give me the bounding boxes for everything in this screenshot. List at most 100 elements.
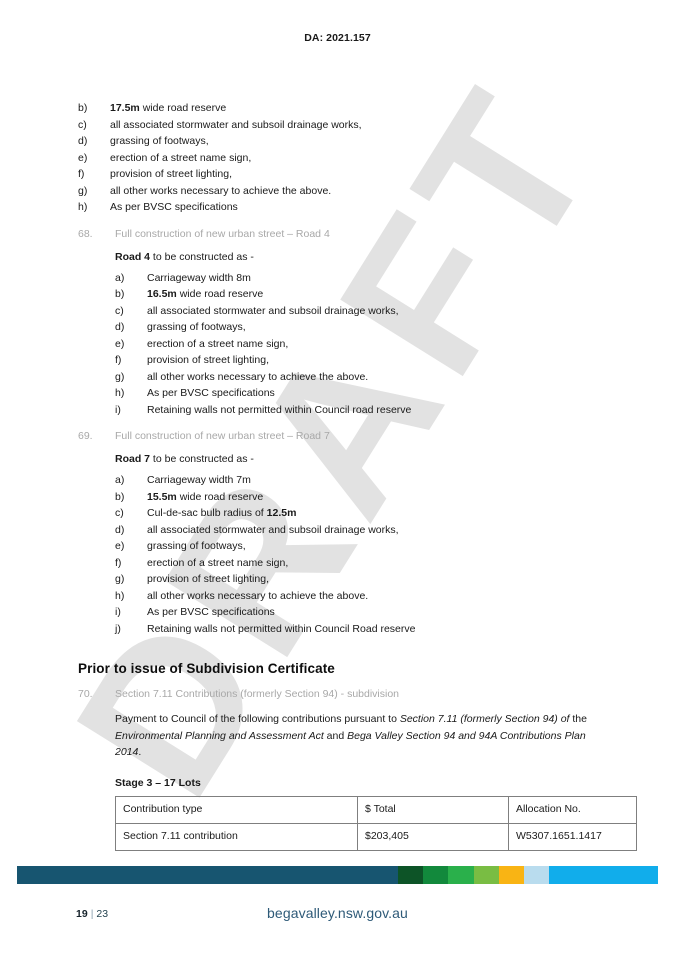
- list-item-text: As per BVSC specifications: [110, 201, 238, 213]
- list-item-text: all associated stormwater and subsoil dr…: [110, 118, 362, 131]
- list-item: i) As per BVSC specifications: [115, 604, 598, 621]
- list-marker: f): [115, 556, 122, 569]
- document-header: DA: 2021.157: [304, 32, 371, 44]
- list-marker: g): [115, 370, 125, 383]
- list-item-text: all associated stormwater and subsoil dr…: [147, 523, 399, 536]
- footer-bar-segment-0: [17, 866, 398, 884]
- list-item-text: provision of street lighting,: [147, 354, 269, 366]
- condition-68-title: 68. Full construction of new urban street…: [78, 227, 598, 242]
- list-item-text: provision of street lighting,: [110, 168, 232, 180]
- list-marker: b): [115, 288, 125, 300]
- list-item: c) all associated stormwater and subsoil …: [78, 117, 598, 134]
- list-marker: i): [115, 403, 121, 416]
- list-marker: a): [115, 474, 125, 486]
- table-cell-contribution-type: Section 7.11 contribution: [115, 822, 358, 851]
- table-row: Section 7.11 contribution $203,405 W5307…: [115, 822, 637, 851]
- list-item-text: As per BVSC specifications: [147, 387, 275, 399]
- list-item: g) all other works necessary to achieve t…: [115, 369, 598, 386]
- footer-bar-segment-6: [524, 866, 549, 884]
- list-marker: g): [78, 184, 88, 197]
- list-item-text: wide road reserve: [176, 490, 264, 503]
- list-marker: a): [115, 271, 125, 284]
- sub-list-item-69: a) Carriageway width 7m b) 15.5m wide road…: [115, 472, 598, 637]
- table-header-total: $ Total: [357, 795, 509, 824]
- condition-68-body: Road 4 to be constructed as - a) Carriage…: [115, 250, 598, 419]
- list-item-text: grassing of footways,: [147, 321, 246, 333]
- list-item-text: all other works necessary to achieve the…: [147, 589, 369, 602]
- section-heading: Prior to issue of Subdivision Certificat…: [78, 661, 335, 676]
- list-marker: e): [78, 151, 88, 164]
- list-item: b) 17.5m wide road reserve: [78, 100, 598, 117]
- condition-number: 70.: [78, 688, 93, 700]
- condition-title: Full construction of new urban street – …: [115, 430, 330, 442]
- footer-bar-segment-4: [474, 866, 499, 884]
- list-item-text: grassing of footways,: [110, 135, 209, 147]
- list-marker: e): [115, 540, 125, 552]
- footer-text: 19 | 23 begavalley.nsw.gov.au: [0, 905, 675, 928]
- list-item-text: erection of a street name sign,: [110, 151, 252, 164]
- list-item-text: provision of street lighting,: [147, 573, 269, 585]
- list-item-bold: 16.5m: [147, 288, 177, 300]
- list-item-text: wide road reserve: [176, 288, 264, 300]
- table-header-contribution-type: Contribution type: [115, 795, 358, 824]
- condition-title: Full construction of new urban street – …: [115, 227, 330, 240]
- footer-website: begavalley.nsw.gov.au: [267, 905, 408, 921]
- document-content: b) 17.5m wide road reserve c) all associat…: [78, 100, 637, 851]
- footer-bar-segment-2: [423, 866, 448, 884]
- list-item-text: Carriageway width 8m: [147, 271, 251, 284]
- list-item: e) erection of a street name sign,: [78, 150, 598, 167]
- condition-69-body: Road 7 to be constructed as - a) Carriage…: [115, 452, 598, 637]
- list-marker: g): [115, 573, 125, 585]
- road-7-label: Road 7: [115, 453, 151, 465]
- footer-color-bar: [17, 866, 658, 884]
- list-item-text: all associated stormwater and subsoil dr…: [147, 304, 399, 317]
- sub-list-item-68: a) Carriageway width 8m b) 16.5m wide road…: [115, 270, 598, 419]
- list-marker: d): [115, 321, 125, 333]
- road-4-lead-text: to be constructed as -: [150, 250, 254, 263]
- list-item-text: Retaining walls not permitted within Cou…: [147, 622, 416, 635]
- list-item: g) all other works necessary to achieve t…: [78, 183, 598, 200]
- para-italic-1: Section 7.11 (formerly Section 94) of: [399, 713, 570, 725]
- list-marker: d): [78, 135, 88, 147]
- list-item-bold: 12.5m: [266, 507, 297, 519]
- list-item: j) Retaining walls not permitted within C…: [115, 621, 598, 638]
- list-item: i) Retaining walls not permitted within C…: [115, 402, 598, 419]
- para-italic-2: Environmental Planning and Assessment Ac…: [115, 729, 324, 742]
- list-item: c) all associated stormwater and subsoil …: [115, 303, 598, 320]
- list-item-text: Carriageway width 7m: [147, 474, 251, 486]
- list-item: b) 16.5m wide road reserve: [115, 286, 598, 303]
- list-item: a) Carriageway width 7m: [115, 472, 598, 489]
- list-item: h) all other works necessary to achieve t…: [115, 588, 598, 605]
- condition-number: 69.: [78, 430, 93, 442]
- list-item-text: grassing of footways,: [147, 540, 246, 552]
- footer-bar-segment-5: [499, 866, 524, 884]
- list-item-text: all other works necessary to achieve the…: [147, 370, 369, 383]
- list-item: h) As per BVSC specifications: [115, 385, 598, 402]
- list-item-text: wide road reserve: [139, 102, 227, 114]
- list-item-bold: 15.5m: [147, 490, 177, 503]
- list-item: d) grassing of footways,: [115, 319, 598, 336]
- list-marker: d): [115, 523, 125, 536]
- list-marker: c): [78, 118, 87, 131]
- condition-70-title: 70. Section 7.11 Contributions (formerly …: [78, 687, 598, 702]
- para-part-2: the: [569, 713, 587, 725]
- condition-69-title: 69. Full construction of new urban street…: [78, 429, 598, 444]
- condition-title: Section 7.11 Contributions (formerly Sec…: [115, 688, 400, 700]
- road-4-lead: Road 4 to be constructed as -: [115, 250, 598, 265]
- list-marker: c): [115, 507, 124, 519]
- condition-70-body: Payment to Council of the following cont…: [115, 711, 637, 851]
- table-cell-total: $203,405: [357, 822, 509, 851]
- table-header-allocation: Allocation No.: [508, 795, 637, 824]
- list-marker: c): [115, 304, 124, 317]
- sub-list-item-67: b) 17.5m wide road reserve c) all associat…: [78, 100, 598, 216]
- road-4-label: Road 4: [115, 250, 151, 263]
- list-item: a) Carriageway width 8m: [115, 270, 598, 287]
- footer-bar-segment-7: [549, 866, 658, 884]
- document-page: DA: 2021.157 b) 17.5m wide road reserve c…: [0, 0, 675, 955]
- list-marker: j): [115, 622, 121, 635]
- list-marker: h): [78, 201, 88, 213]
- list-item-text: erection of a street name sign,: [147, 337, 289, 350]
- stage-label: Stage 3 – 17 Lots: [115, 776, 201, 789]
- list-item: b) 15.5m wide road reserve: [115, 489, 598, 506]
- para-part-4: .: [138, 746, 142, 758]
